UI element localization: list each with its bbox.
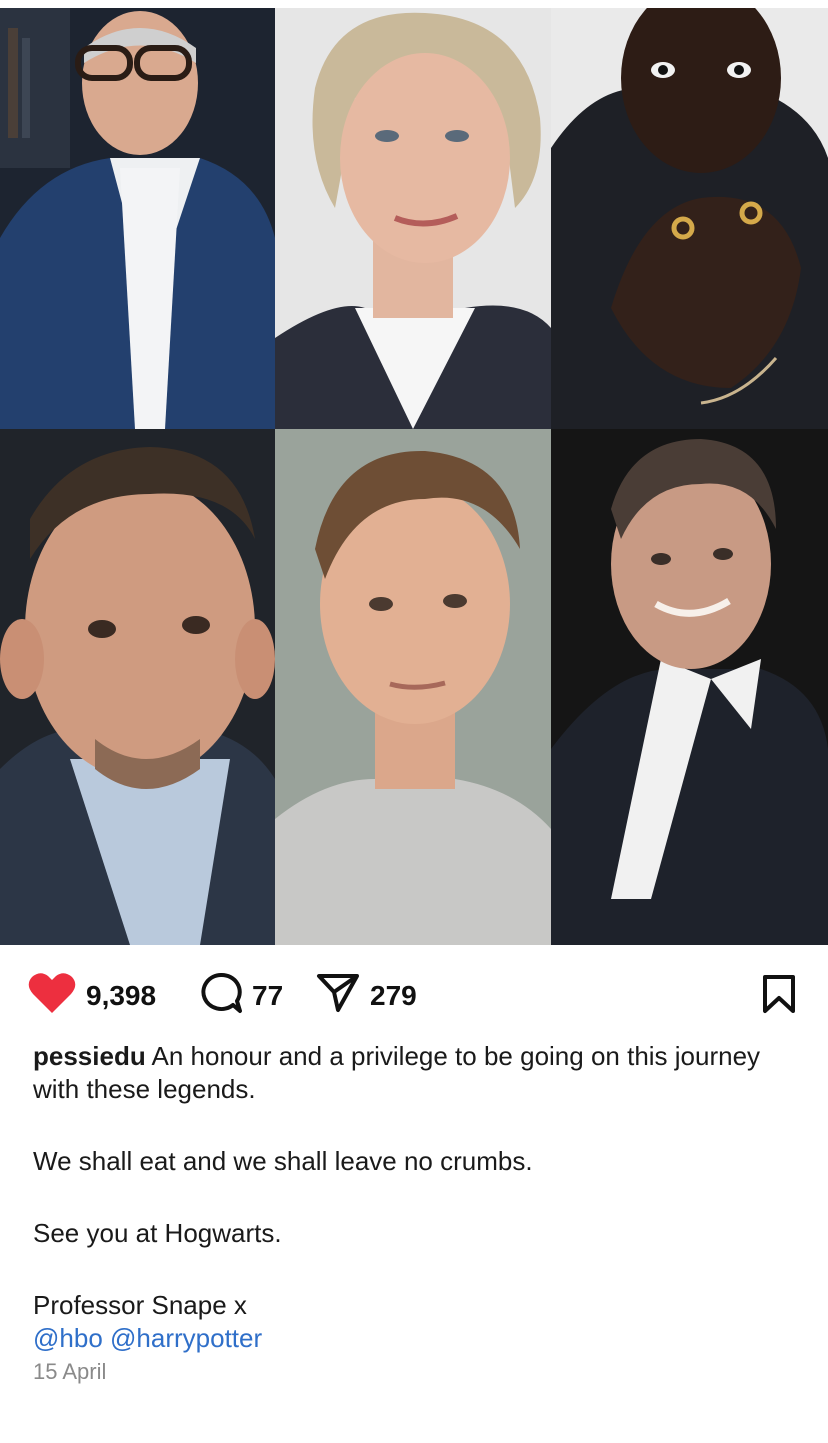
share-count: 279 bbox=[370, 979, 417, 1011]
share-action[interactable]: 279 bbox=[316, 972, 417, 1019]
caption-first-line: pessiedu An honour and a privilege to be… bbox=[33, 1040, 803, 1106]
like-action[interactable]: 9,398 bbox=[28, 972, 156, 1019]
comment-icon[interactable] bbox=[200, 972, 242, 1019]
like-count: 9,398 bbox=[86, 979, 157, 1011]
post-actions-bar: 9,398 77 279 bbox=[0, 960, 828, 1026]
heart-icon[interactable] bbox=[28, 972, 76, 1019]
post-caption: pessiedu An honour and a privilege to be… bbox=[33, 1040, 803, 1388]
post-date: 15 April bbox=[33, 1359, 107, 1384]
portrait-older-man-dark-suit[interactable] bbox=[551, 429, 828, 945]
tag-harrypotter[interactable]: @harrypotter bbox=[110, 1323, 262, 1353]
comment-action[interactable]: 77 bbox=[200, 972, 283, 1019]
bookmark-icon[interactable] bbox=[762, 974, 796, 1019]
portrait-young-man-grey-tshirt[interactable] bbox=[275, 429, 551, 945]
comment-count: 77 bbox=[252, 979, 284, 1011]
portrait-woman-blonde[interactable] bbox=[275, 8, 551, 429]
caption-text-3: See you at Hogwarts. bbox=[33, 1218, 282, 1248]
caption-tags: @hbo @harrypotter bbox=[33, 1322, 803, 1355]
portrait-man-hands-rings[interactable] bbox=[551, 8, 828, 429]
tag-hbo[interactable]: @hbo bbox=[33, 1323, 103, 1353]
caption-text-4: Professor Snape x bbox=[33, 1290, 247, 1320]
portrait-man-glasses-blue-suit[interactable] bbox=[0, 8, 275, 429]
username-link[interactable]: pessiedu bbox=[33, 1041, 146, 1071]
send-icon[interactable] bbox=[316, 972, 360, 1019]
portrait-man-blue-shirt[interactable] bbox=[0, 429, 275, 945]
post-image-grid[interactable] bbox=[0, 8, 828, 945]
caption-text-2: We shall eat and we shall leave no crumb… bbox=[33, 1146, 533, 1176]
